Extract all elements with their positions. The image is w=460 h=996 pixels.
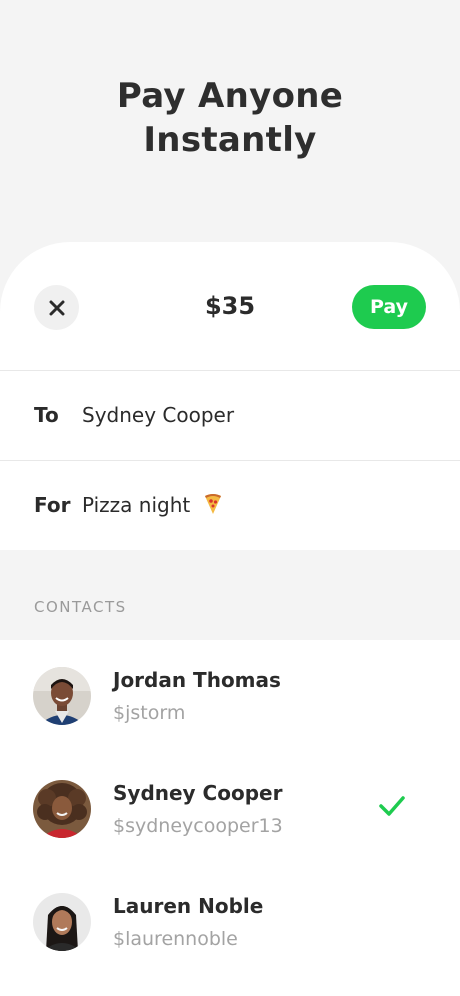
for-value-wrapper[interactable]: Pizza night (82, 493, 223, 517)
for-field[interactable]: For Pizza night (0, 461, 460, 551)
contact-handle: $sydneycooper13 (113, 815, 283, 837)
contact-handle: $laurennoble (113, 928, 238, 950)
hero-title-line-2: Instantly (143, 120, 317, 160)
to-value[interactable]: Sydney Cooper (82, 403, 234, 427)
payment-sheet: $35 Pay To Sydney Cooper For Pizza night… (0, 242, 460, 996)
for-value: Pizza night (82, 493, 191, 517)
to-label: To (34, 403, 59, 427)
hero-title-line-1: Pay Anyone (116, 76, 344, 116)
avatar (33, 667, 91, 725)
contact-row-jordan-thomas[interactable]: Jordan Thomas $jstorm (0, 640, 460, 753)
contacts-section-header: CONTACTS (0, 550, 460, 640)
hero-section: Pay Anyone Instantly (0, 0, 460, 260)
close-icon (49, 300, 64, 315)
avatar (33, 780, 91, 838)
contact-row-lauren-noble[interactable]: Lauren Noble $laurennoble (0, 866, 460, 979)
hero-title: Pay Anyone Instantly (60, 74, 400, 162)
contact-name: Sydney Cooper (113, 781, 283, 805)
pay-button[interactable]: Pay (352, 285, 426, 329)
payment-top-bar: $35 Pay (0, 242, 460, 370)
contact-row-sydney-cooper[interactable]: Sydney Cooper $sydneycooper13 (0, 753, 460, 866)
contact-handle: $jstorm (113, 702, 186, 724)
payment-amount: $35 (204, 292, 256, 320)
for-label: For (34, 493, 71, 517)
contact-name: Jordan Thomas (113, 668, 281, 692)
contacts-section-label: CONTACTS (34, 598, 127, 616)
contact-name: Lauren Noble (113, 894, 264, 918)
close-button[interactable] (34, 285, 79, 330)
checkmark-icon (379, 796, 405, 816)
pizza-icon (204, 494, 221, 514)
to-field[interactable]: To Sydney Cooper (0, 371, 460, 461)
avatar (33, 893, 91, 951)
